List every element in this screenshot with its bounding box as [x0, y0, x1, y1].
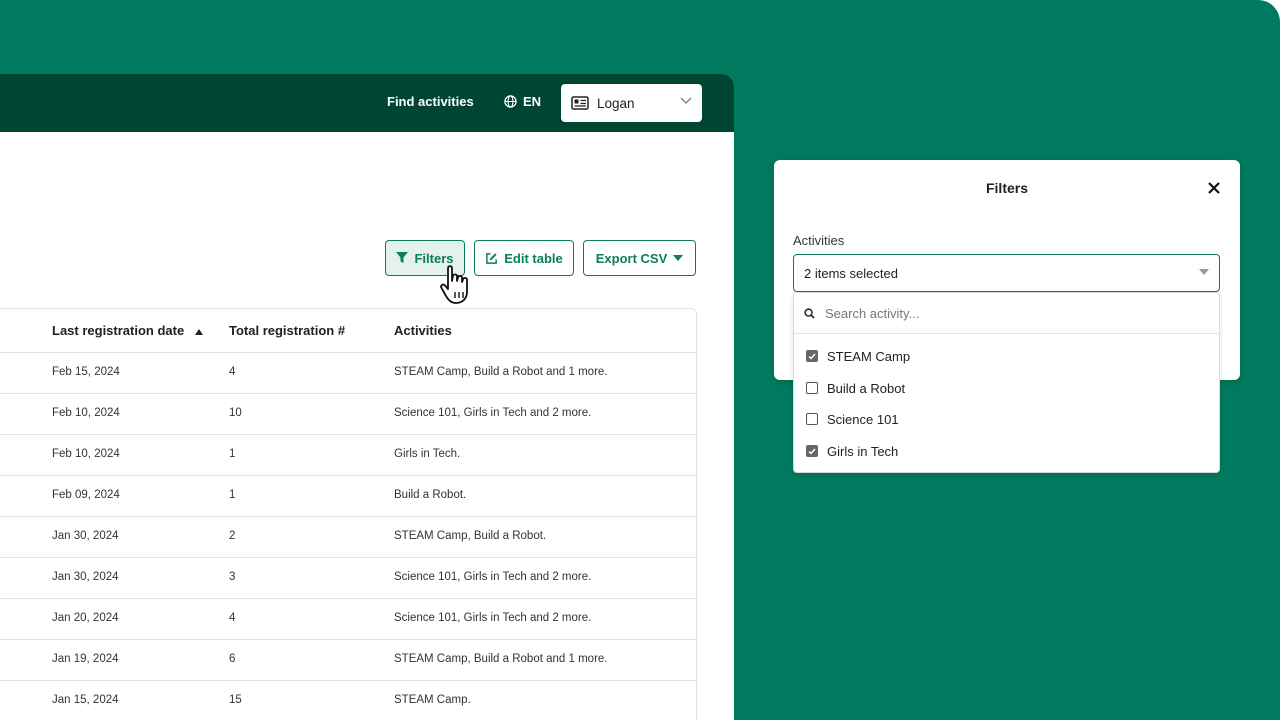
caret-down-icon [1199, 269, 1209, 275]
column-header-total-registration[interactable]: Total registration # [229, 323, 345, 338]
edit-table-button[interactable]: Edit table [474, 240, 574, 276]
cell-total-registration: 2 [229, 530, 236, 542]
checkbox-unchecked[interactable] [806, 413, 818, 425]
cell-total-registration: 4 [229, 612, 236, 624]
checkbox-unchecked[interactable] [806, 382, 818, 394]
export-csv-button-label: Export CSV [595, 250, 668, 266]
table-row[interactable]: Jan 20, 2024 4 Science 101, Girls in Tech … [0, 598, 696, 640]
activity-option[interactable]: Build a Robot [806, 378, 905, 398]
sort-ascending-icon [194, 329, 203, 335]
check-icon [808, 448, 816, 455]
cell-activities: STEAM Camp, Build a Robot and 1 more. [394, 653, 608, 665]
cell-activities: Girls in Tech. [394, 448, 461, 460]
cell-total-registration: 6 [229, 653, 236, 665]
cell-activities: Science 101, Girls in Tech and 2 more. [394, 571, 592, 583]
language-selector[interactable]: EN [504, 94, 541, 109]
app-window: Find activities EN Logan Filters Edit ta… [0, 74, 734, 720]
cell-activities: STEAM Camp. [394, 694, 471, 706]
table-row[interactable]: Feb 09, 2024 1 Build a Robot. [0, 475, 696, 517]
cell-total-registration: 15 [229, 694, 242, 706]
table-row[interactable]: Jan 30, 2024 2 STEAM Camp, Build a Robot. [0, 516, 696, 558]
filters-title: Filters [985, 180, 1028, 196]
cell-last-registration-date: Feb 15, 2024 [52, 366, 120, 378]
column-header-last-registration-date[interactable]: Last registration date [52, 323, 203, 338]
checkbox-checked[interactable] [806, 445, 818, 457]
table-row[interactable]: Jan 30, 2024 3 Science 101, Girls in Tech … [0, 557, 696, 599]
cell-activities: Science 101, Girls in Tech and 2 more. [394, 407, 592, 419]
language-label: EN [523, 94, 542, 109]
activity-search-input[interactable] [823, 304, 1187, 322]
funnel-icon [396, 252, 409, 263]
registrations-table: Last registration date Total registratio… [0, 308, 697, 720]
table-header: Last registration date Total registratio… [0, 309, 696, 353]
globe-icon [504, 95, 517, 108]
cell-total-registration: 4 [229, 366, 236, 378]
activity-option[interactable]: Girls in Tech [806, 441, 898, 461]
cell-last-registration-date: Jan 19, 2024 [52, 653, 119, 665]
user-name: Logan [597, 95, 635, 111]
stage: Find activities EN Logan Filters Edit ta… [0, 0, 1280, 720]
check-icon [808, 353, 816, 360]
cell-activities: STEAM Camp, Build a Robot and 1 more. [394, 366, 608, 378]
user-select[interactable]: Logan [561, 84, 702, 122]
top-navigation-bar: Find activities EN Logan [0, 74, 734, 132]
cell-last-registration-date: Feb 10, 2024 [52, 448, 120, 460]
activity-option-label: Science 101 [827, 411, 899, 427]
activities-select[interactable]: 2 items selected [793, 254, 1220, 292]
cell-last-registration-date: Jan 15, 2024 [52, 694, 119, 706]
edit-icon [486, 252, 498, 264]
column-header-activities[interactable]: Activities [394, 323, 452, 338]
activity-option-label: STEAM Camp [827, 348, 911, 364]
cell-total-registration: 3 [229, 571, 236, 583]
column-header-label: Last registration date [52, 323, 185, 338]
cell-activities: Build a Robot. [394, 489, 467, 501]
export-csv-button[interactable]: Export CSV [583, 240, 696, 276]
search-icon [804, 307, 815, 319]
activity-option[interactable]: STEAM Camp [806, 346, 910, 366]
activities-dropdown-menu: STEAM Camp Build a Robot Science 101 Girls … [793, 292, 1220, 473]
activity-option-label: Build a Robot [827, 380, 906, 396]
edit-table-button-label: Edit table [504, 250, 563, 266]
caret-down-icon [673, 255, 684, 261]
cell-last-registration-date: Jan 30, 2024 [52, 571, 119, 583]
hand-cursor-icon [440, 265, 468, 304]
cell-total-registration: 10 [229, 407, 242, 419]
cell-last-registration-date: Jan 30, 2024 [52, 530, 119, 542]
activities-label: Activities [793, 233, 845, 248]
chevron-down-icon [680, 97, 692, 105]
cell-total-registration: 1 [229, 489, 236, 501]
cell-activities: Science 101, Girls in Tech and 2 more. [394, 612, 592, 624]
user-card-icon [571, 96, 589, 110]
checkbox-checked[interactable] [806, 350, 818, 362]
table-row[interactable]: Feb 15, 2024 4 STEAM Camp, Build a Robot a… [0, 352, 696, 394]
find-activities-link[interactable]: Find activities [387, 94, 474, 109]
activity-option[interactable]: Science 101 [806, 409, 899, 429]
activity-search-field [794, 293, 1219, 334]
table-row[interactable]: Jan 19, 2024 6 STEAM Camp, Build a Robot a… [0, 639, 696, 681]
cell-last-registration-date: Feb 10, 2024 [52, 407, 120, 419]
table-row[interactable]: Feb 10, 2024 10 Science 101, Girls in Tech… [0, 393, 696, 435]
table-row[interactable]: Jan 15, 2024 15 STEAM Camp. [0, 680, 696, 720]
cell-last-registration-date: Jan 20, 2024 [52, 612, 119, 624]
activity-option-label: Girls in Tech [827, 443, 899, 459]
cell-activities: STEAM Camp, Build a Robot. [394, 530, 547, 542]
close-icon[interactable] [1208, 182, 1220, 194]
cell-last-registration-date: Feb 09, 2024 [52, 489, 120, 501]
cell-total-registration: 1 [229, 448, 236, 460]
activities-selected-text: 2 items selected [804, 265, 898, 281]
table-row[interactable]: Feb 10, 2024 1 Girls in Tech. [0, 434, 696, 476]
